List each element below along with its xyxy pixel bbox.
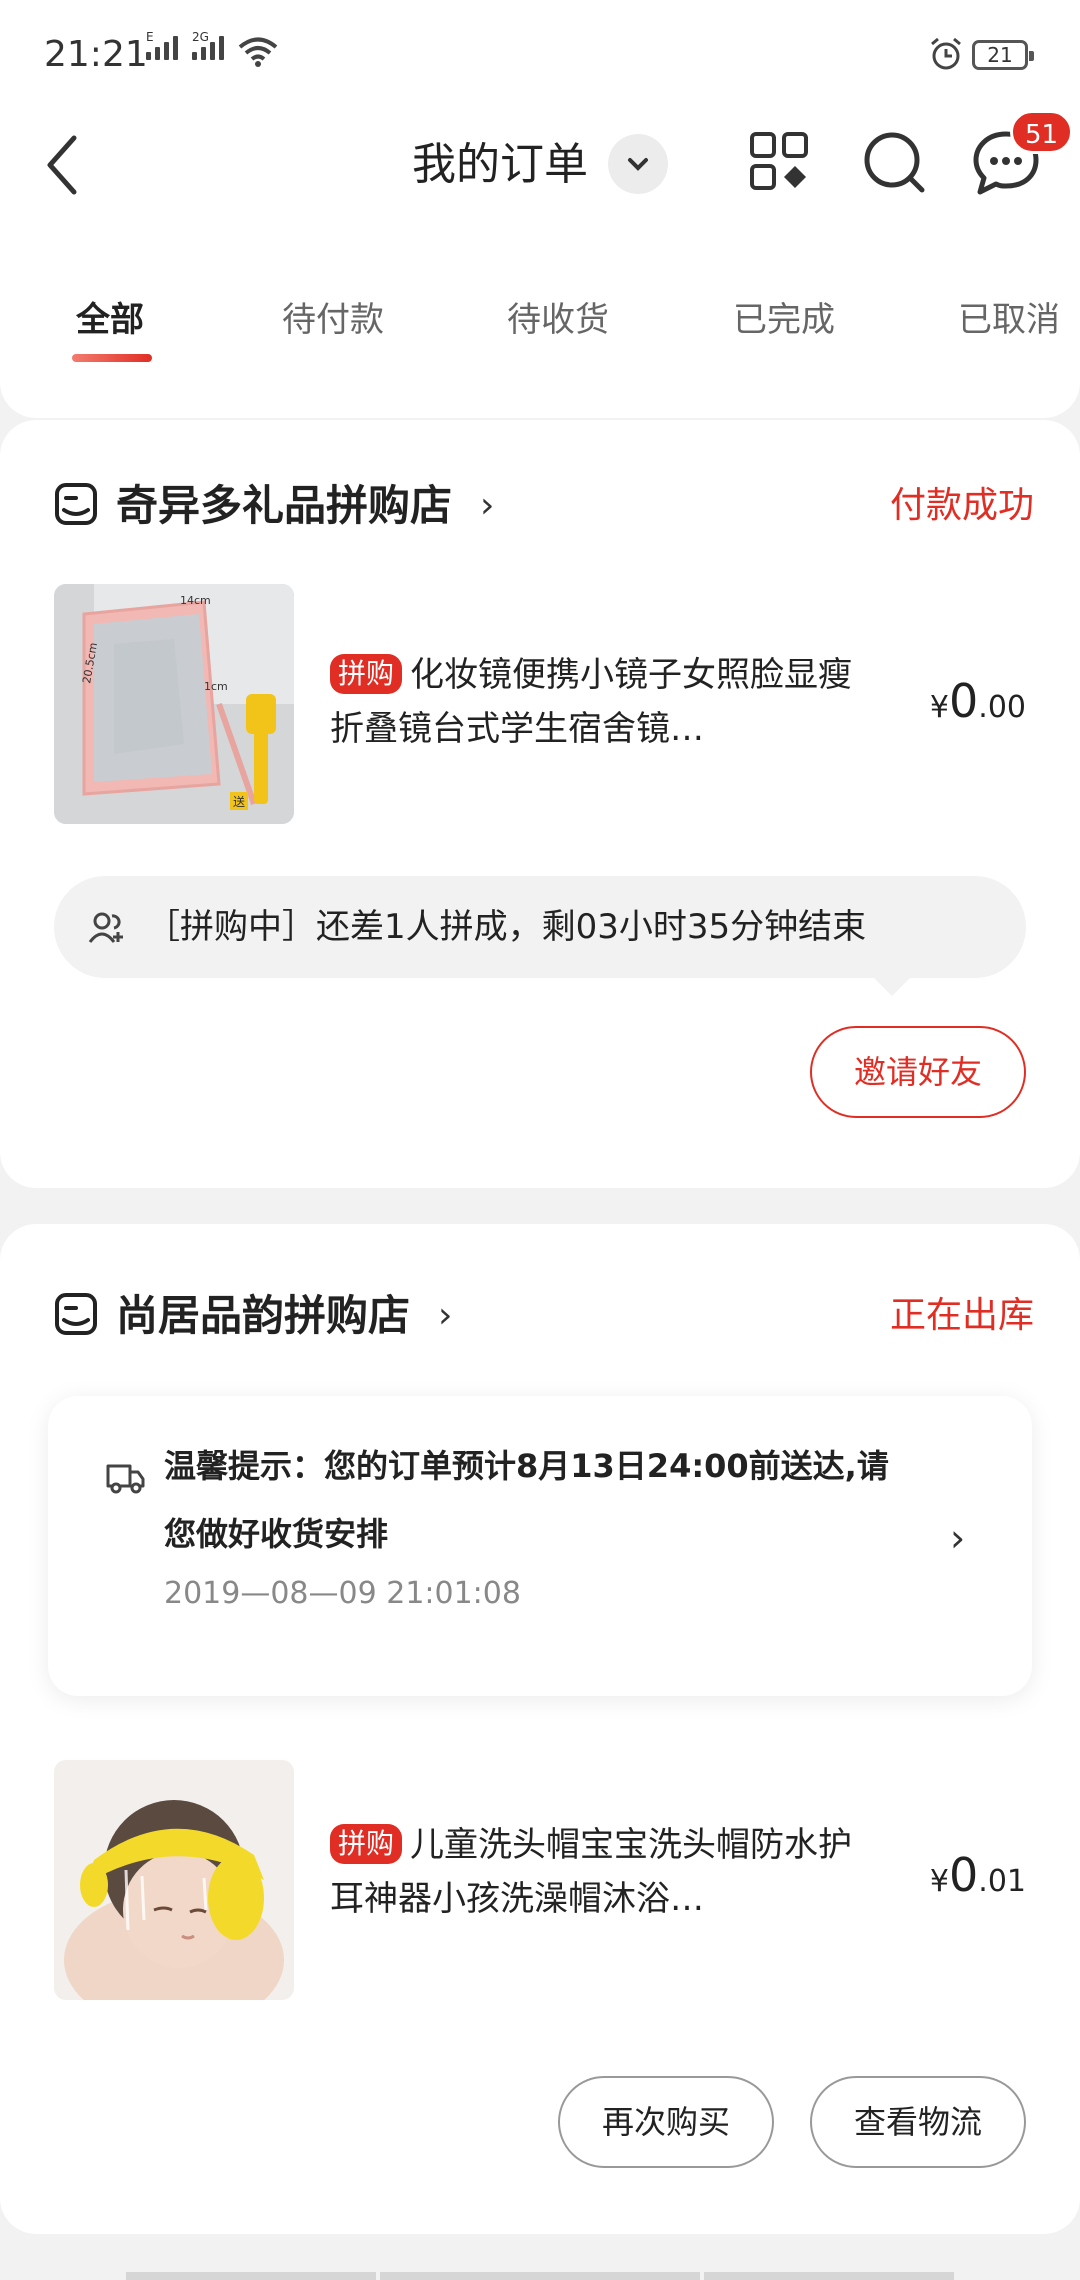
alarm-icon [931,37,961,70]
group-buy-tag: 拼购 [330,654,403,694]
message-count-badge: 51 [1010,110,1074,154]
svg-text:1cm: 1cm [204,680,228,693]
shop-header[interactable]: 尚居品韵拼购店 › 正在出库 [54,1286,1034,1346]
product-image[interactable]: 14cm 20.5cm 1cm 送 [54,584,294,824]
next-card-peek [0,2264,1080,2280]
delivery-notice-text: 温馨提示：您的订单预计8月13日24:00前送达,请您做好收货安排 [164,1447,889,1553]
product-price: ¥0.00 [929,674,1026,728]
product-title[interactable]: 拼购 儿童洗头帽宝宝洗头帽防水护耳神器小孩洗澡帽沐浴… [330,1818,860,1926]
top-panel: 21:21 E 2G 21 我的订单 51 全部 待付款 待收货 已完成 已取消 [0,0,1080,418]
title-dropdown-button[interactable] [608,134,668,194]
status-time: 21:21 [44,34,148,75]
product-price: ¥0.01 [929,1848,1026,1902]
shop-name[interactable]: 奇异多礼品拼购店 [116,476,452,536]
back-button[interactable] [36,124,90,206]
delivery-notice[interactable]: 温馨提示：您的订单预计8月13日24:00前送达,请您做好收货安排 2019—0… [48,1396,1032,1696]
header-bar: 我的订单 51 [0,110,1080,270]
buy-again-button[interactable]: 再次购买 [558,2076,774,2168]
order-card[interactable]: 尚居品韵拼购店 › 正在出库 温馨提示：您的订单预计8月13日24:00前送达,… [0,1224,1080,2234]
tab-pending-payment[interactable]: 待付款 [282,290,384,350]
order-status: 正在出库 [889,1295,1034,1336]
product-image[interactable] [54,1760,294,2000]
delivery-truck-icon [106,1464,145,1494]
tab-pending-receipt[interactable]: 待收货 [507,290,609,350]
status-bar: 21:21 E 2G 21 [0,0,1080,110]
signal-2-icon: 2G [192,30,224,60]
delivery-notice-time: 2019—08—09 21:01:08 [164,1576,521,1611]
wifi-icon [238,37,278,67]
group-users-icon [88,912,123,943]
view-logistics-button[interactable]: 查看物流 [810,2076,1026,2168]
apps-grid-button[interactable] [738,120,822,204]
shop-name[interactable]: 尚居品韵拼购店 [116,1286,410,1346]
invite-friends-button[interactable]: 邀请好友 [810,1026,1026,1118]
product-title-text: 化妆镜便携小镜子女照脸显瘦折叠镜台式学生宿舍镜… [330,655,853,749]
order-status: 付款成功 [889,485,1034,526]
signal-1-icon: E [146,30,178,60]
group-buy-tag: 拼购 [330,1824,403,1864]
chevron-down-icon [628,158,648,171]
order-card[interactable]: 奇异多礼品拼购店 › 付款成功 14cm 20.5cm 1cm 送 拼购 化妆镜便… [0,420,1080,1188]
tab-all[interactable]: 全部 [76,290,144,350]
product-title-text: 儿童洗头帽宝宝洗头帽防水护耳神器小孩洗澡帽沐浴… [330,1825,853,1919]
product-title[interactable]: 拼购 化妆镜便携小镜子女照脸显瘦折叠镜台式学生宿舍镜… [330,648,860,756]
active-tab-indicator [72,354,152,362]
search-button[interactable] [852,120,936,204]
svg-text:送: 送 [233,794,245,809]
battery-icon: 21 [972,40,1034,70]
chevron-right-icon: › [438,1295,453,1336]
page-title[interactable]: 我的订单 [412,124,588,206]
order-tabs: 全部 待付款 待收货 已完成 已取消 [0,290,1080,380]
tab-completed[interactable]: 已完成 [733,290,835,350]
shop-header[interactable]: 奇异多礼品拼购店 › 付款成功 [54,476,1034,536]
chevron-right-icon: › [480,485,495,526]
tab-cancelled[interactable]: 已取消 [958,290,1060,350]
shop-icon [55,483,97,525]
group-buy-status: ［拼购中］还差1人拼成，剩03小时35分钟结束 [54,876,1026,996]
group-buy-text: ［拼购中］还差1人拼成，剩03小时35分钟结束 [146,907,867,947]
svg-text:14cm: 14cm [180,594,211,607]
chevron-right-icon: › [950,1516,966,1560]
shop-icon [55,1293,97,1335]
